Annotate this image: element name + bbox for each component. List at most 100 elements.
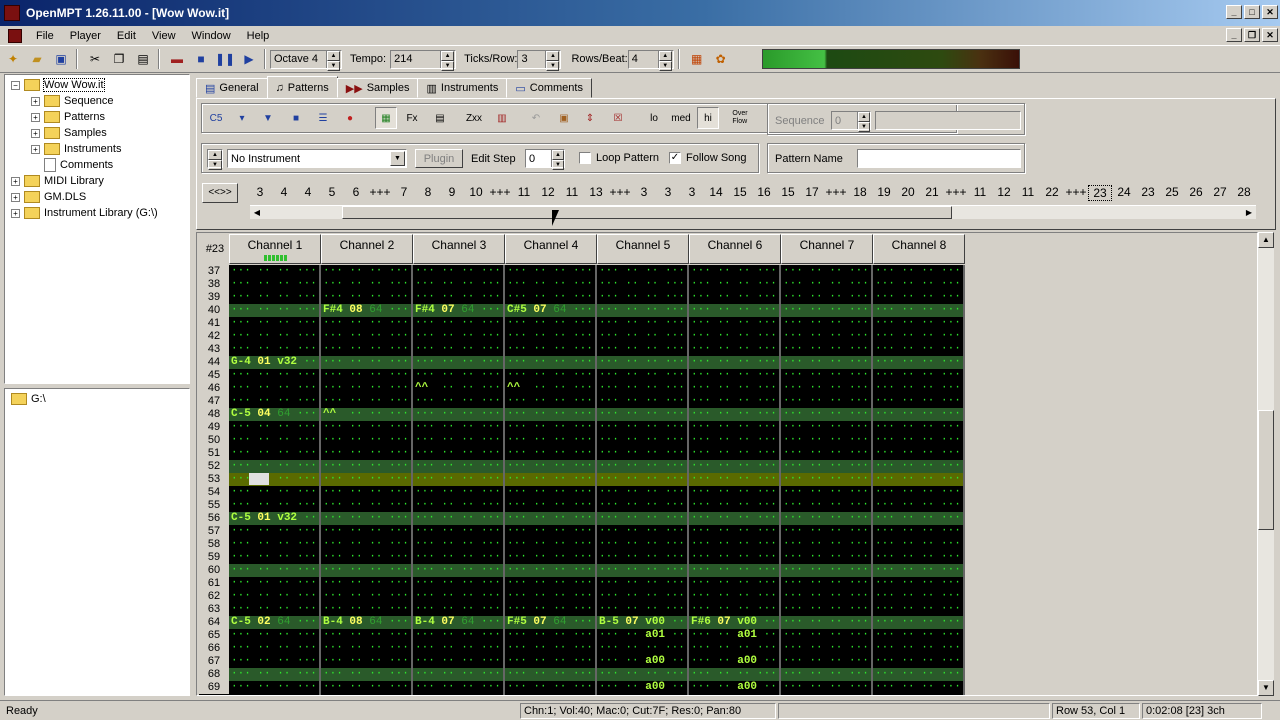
pattern-cell[interactable]: ··· ·· ·· ··· <box>323 525 409 538</box>
pattern-cell[interactable]: ··· ·· ·· ··· <box>691 577 777 590</box>
row-number[interactable]: 66 <box>199 642 229 655</box>
pattern-cell[interactable]: ··· ·· ·· ··· <box>599 278 685 291</box>
pattern-cell[interactable]: ··· ·· ·· ··· <box>599 499 685 512</box>
order-item[interactable]: 13 <box>584 185 608 201</box>
octave-spinner[interactable]: Octave 4 ▲ ▼ <box>270 49 342 71</box>
tab-general[interactable]: ▤ General <box>196 78 268 98</box>
pattern-cell[interactable]: ··· ·· ·· ··· <box>415 681 501 694</box>
pattern-cell[interactable]: ··· ·· ·· ··· <box>507 395 593 408</box>
pattern-cell[interactable]: F#6 07 v00 ··· <box>691 616 783 629</box>
pattern-cell[interactable]: ··· ·· ·· ··· <box>783 447 869 460</box>
pattern-cell[interactable]: ··· ·· ·· ··· <box>415 551 501 564</box>
pattern-cell[interactable]: ··· ·· ·· ··· <box>875 356 961 369</box>
order-item[interactable]: 27 <box>1208 185 1232 201</box>
pause-icon[interactable]: ❚❚ <box>214 48 236 70</box>
pattern-cell[interactable]: ··· ·· ·· ··· <box>875 577 961 590</box>
pattern-cell[interactable]: ··· ·· ·· ··· <box>231 577 317 590</box>
order-item[interactable]: 16 <box>752 185 776 201</box>
pattern-cell[interactable]: ··· ·· ·· ··· <box>783 577 869 590</box>
pattern-cell[interactable]: ··· ·· ·· ··· <box>875 590 961 603</box>
pattern-cell[interactable]: ··· ·· ·· ··· <box>507 356 593 369</box>
pattern-cell[interactable]: ··· ·· ·· ··· <box>507 681 593 694</box>
row-number[interactable]: 56 <box>199 512 229 525</box>
row-number[interactable]: 65 <box>199 629 229 642</box>
channel-header[interactable]: Channel 2 <box>321 234 413 264</box>
pattern-cell[interactable]: ··· ·· ·· ··· <box>783 291 869 304</box>
pattern-cell[interactable]: ··· ·· ·· ··· <box>875 421 961 434</box>
pattern-cell[interactable]: ··· ·· ·· ··· <box>507 265 593 278</box>
pattern-cell[interactable]: ··· ·· ·· ··· <box>691 473 777 486</box>
row-number[interactable]: 54 <box>199 486 229 499</box>
tree-item-samples[interactable]: + Samples <box>31 125 107 141</box>
order-item[interactable]: 15 <box>776 185 800 201</box>
tab-samples[interactable]: ▶▶ Samples <box>336 78 419 98</box>
tree-item-sequence[interactable]: + Sequence <box>31 93 114 109</box>
play-icon[interactable]: ▶ <box>238 48 260 70</box>
order-item[interactable]: 12 <box>536 185 560 201</box>
close-button[interactable]: ✕ <box>1262 5 1278 19</box>
pattern-cell[interactable]: ··· ·· ·· ··· <box>415 486 501 499</box>
pattern-cell[interactable]: ··· ·· ·· ··· <box>507 577 593 590</box>
pattern-cell[interactable]: ··· ·· ·· ··· <box>875 681 961 694</box>
pattern-cell[interactable]: ··· ·· ·· ··· <box>323 603 409 616</box>
pattern-cell[interactable]: ··· ·· ·· ··· <box>415 460 501 473</box>
pattern-cell[interactable]: ··· ·· ·· ··· <box>231 395 317 408</box>
pattern-cell[interactable]: ··· ·· a00 ··· <box>599 681 691 694</box>
pattern-cell[interactable]: ··· ·· ·· ··· <box>323 564 409 577</box>
pattern-cell[interactable]: C-5 01 v32 ··· <box>231 512 323 525</box>
row-number[interactable]: 60 <box>199 564 229 577</box>
pattern-cell[interactable]: ··· ·· ·· ··· <box>875 408 961 421</box>
pattern-cell[interactable]: ··· ·· ·· ··· <box>507 564 593 577</box>
pattern-cell[interactable]: ··· ·· ·· ··· <box>507 434 593 447</box>
pattern-cell[interactable]: ··· ·· ·· ··· <box>599 460 685 473</box>
order-item[interactable]: 22 <box>1040 185 1064 201</box>
pattern-cell[interactable]: ··· ·· ·· ··· <box>323 590 409 603</box>
row-number[interactable]: 47 <box>199 395 229 408</box>
row-number[interactable]: 58 <box>199 538 229 551</box>
pattern-cell[interactable]: F#4 07 64 ··· <box>415 304 501 317</box>
pattern-cell[interactable]: ··· ·· ·· ··· <box>323 499 409 512</box>
ticks-row-spinner[interactable]: 3 ▲ ▼ <box>517 49 562 71</box>
undo-icon[interactable]: ↶ <box>525 107 547 129</box>
order-item[interactable]: 21 <box>920 185 944 201</box>
pattern-cell[interactable]: ··· ·· ·· ··· <box>599 668 685 681</box>
order-item[interactable]: 11 <box>968 185 992 201</box>
move-up-icon[interactable]: ▾ <box>231 107 253 129</box>
row-number[interactable]: 69 <box>199 681 229 694</box>
pattern-cell[interactable]: ··· ·· ·· ··· <box>691 330 777 343</box>
pattern-cell[interactable]: ··· ·· a00 ··· <box>691 681 783 694</box>
pattern-cell[interactable]: ··· ·· ·· ··· <box>231 421 317 434</box>
channel-header[interactable]: Channel 3 <box>413 234 505 264</box>
pattern-cell[interactable]: ··· ·· ·· ··· <box>691 291 777 304</box>
pattern-cell[interactable]: ··· ·· ·· ··· <box>415 447 501 460</box>
pattern-cell[interactable]: ··· ·· ·· ··· <box>599 265 685 278</box>
order-item[interactable]: 11 <box>1016 185 1040 201</box>
pattern-cell[interactable]: ··· ·· ·· ··· <box>783 382 869 395</box>
pattern-cell[interactable]: ··· ·· ·· ··· <box>323 538 409 551</box>
tree-item-gm-dls[interactable]: + GM.DLS <box>11 189 86 205</box>
channel-header[interactable]: Channel 6 <box>689 234 781 264</box>
pattern-cell[interactable]: ··· ·· ·· ··· <box>507 655 593 668</box>
new-pattern-icon[interactable]: C5 <box>205 107 227 129</box>
pattern-cell[interactable]: ··· ·· ·· ··· <box>599 447 685 460</box>
pattern-cell[interactable]: ··· ·· ·· ··· <box>875 382 961 395</box>
pattern-cell[interactable]: ··· ·· ·· ··· <box>783 343 869 356</box>
pattern-cell[interactable]: ··· ·· ·· ··· <box>231 629 317 642</box>
pattern-cell[interactable]: ··· ·· ·· ··· <box>691 551 777 564</box>
pattern-cell[interactable]: ··· ·· ·· ··· <box>691 642 777 655</box>
minimize-button[interactable]: _ <box>1226 5 1242 19</box>
save-file-icon[interactable]: ▣ <box>50 48 72 70</box>
pattern-cell[interactable]: ··· ·· ·· ··· <box>875 551 961 564</box>
row-number[interactable]: 46 <box>199 382 229 395</box>
zxx-icon[interactable]: Zxx <box>463 107 485 129</box>
pattern-cell[interactable]: ··· ·· ·· ··· <box>783 538 869 551</box>
pattern-cell[interactable]: ··· ·· ·· ··· <box>875 486 961 499</box>
scroll-thumb[interactable] <box>1258 410 1274 530</box>
open-file-icon[interactable]: ▰ <box>26 48 48 70</box>
pattern-cell[interactable]: ··· ·· ·· ··· <box>323 278 409 291</box>
order-item[interactable]: 5 <box>320 185 344 201</box>
order-item[interactable]: 6 <box>344 185 368 201</box>
row-number[interactable]: 51 <box>199 447 229 460</box>
order-item[interactable]: 4 <box>296 185 320 201</box>
order-item[interactable]: 7 <box>392 185 416 201</box>
